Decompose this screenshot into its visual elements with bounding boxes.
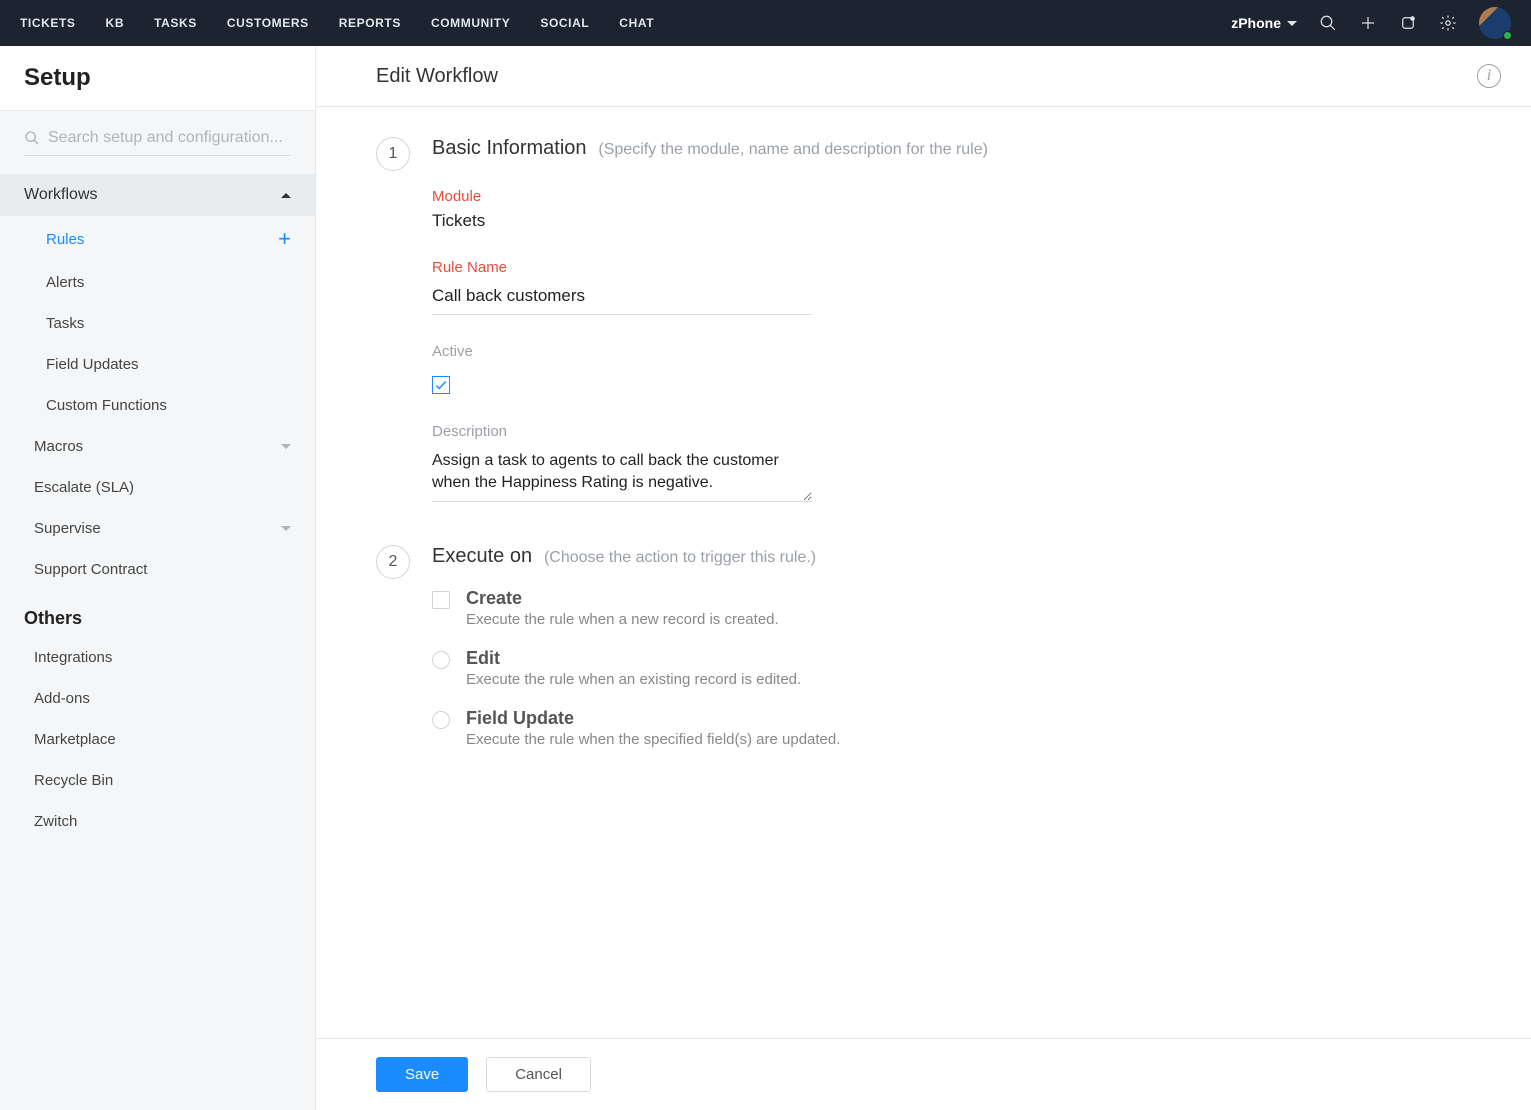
sidebar-group-workflows[interactable]: Workflows (0, 174, 315, 216)
option-title: Field Update (466, 708, 840, 729)
edit-radio[interactable] (432, 651, 450, 669)
setup-title: Setup (0, 46, 315, 111)
option-create: Create Execute the rule when a new recor… (432, 588, 1471, 628)
step-basic-info: 1 Basic Information (Specify the module,… (376, 137, 1471, 505)
presence-dot (1503, 31, 1512, 40)
active-label: Active (432, 343, 1471, 360)
sidebar-item-recycle-bin[interactable]: Recycle Bin (0, 760, 315, 801)
sidebar-item-tasks[interactable]: Tasks (0, 303, 315, 344)
option-desc: Execute the rule when an existing record… (466, 671, 801, 688)
plus-icon[interactable] (1359, 14, 1377, 32)
sidebar-item-label: Integrations (34, 649, 112, 666)
module-value: Tickets (432, 211, 1471, 231)
top-nav: TICKETS KB TASKS CUSTOMERS REPORTS COMMU… (0, 0, 1531, 46)
sidebar-item-label: Supervise (34, 520, 101, 537)
rulename-label: Rule Name (432, 259, 1471, 276)
nav-tickets[interactable]: TICKETS (20, 16, 76, 30)
sidebar-item-rules[interactable]: Rules + (0, 216, 315, 262)
sidebar-item-label: Marketplace (34, 731, 116, 748)
chevron-down-icon (281, 526, 291, 531)
sidebar-item-marketplace[interactable]: Marketplace (0, 719, 315, 760)
sidebar-group-label: Workflows (24, 186, 98, 204)
nav-social[interactable]: SOCIAL (540, 16, 589, 30)
field-update-radio[interactable] (432, 711, 450, 729)
cancel-button[interactable]: Cancel (486, 1057, 591, 1092)
sidebar-item-addons[interactable]: Add-ons (0, 678, 315, 719)
sidebar-item-label: Custom Functions (46, 397, 167, 414)
sidebar-item-integrations[interactable]: Integrations (0, 637, 315, 678)
sidebar-item-label: Alerts (46, 274, 84, 291)
check-icon (434, 378, 448, 392)
step-hint: (Specify the module, name and descriptio… (598, 141, 988, 158)
top-nav-right: zPhone (1231, 7, 1511, 39)
rulename-input[interactable] (432, 282, 812, 315)
step-number: 1 (376, 137, 410, 171)
description-label: Description (432, 423, 1471, 440)
nav-tasks[interactable]: TASKS (154, 16, 197, 30)
active-checkbox[interactable] (432, 376, 450, 394)
main: Edit Workflow i 1 Basic Information (Spe… (316, 46, 1531, 1110)
step-number: 2 (376, 545, 410, 579)
option-desc: Execute the rule when a new record is cr… (466, 611, 779, 628)
search-input[interactable] (48, 129, 291, 147)
chevron-down-icon (1287, 21, 1297, 26)
step-execute-on: 2 Execute on (Choose the action to trigg… (376, 545, 1471, 748)
org-switcher[interactable]: zPhone (1231, 15, 1297, 31)
main-footer: Save Cancel (316, 1038, 1531, 1110)
nav-customers[interactable]: CUSTOMERS (227, 16, 309, 30)
option-field-update: Field Update Execute the rule when the s… (432, 708, 1471, 748)
step-title: Basic Information (432, 137, 587, 159)
sidebar-item-escalate[interactable]: Escalate (SLA) (0, 467, 315, 508)
sidebar: Setup Workflows Rules + Alerts Tasks Fie… (0, 46, 316, 1110)
sidebar-item-supervise[interactable]: Supervise (0, 508, 315, 549)
nav-kb[interactable]: KB (106, 16, 125, 30)
sidebar-item-label: Field Updates (46, 356, 139, 373)
nav-community[interactable]: COMMUNITY (431, 16, 510, 30)
description-textarea[interactable] (432, 446, 812, 502)
notification-icon[interactable] (1399, 14, 1417, 32)
gear-icon[interactable] (1439, 14, 1457, 32)
nav-reports[interactable]: REPORTS (339, 16, 401, 30)
sidebar-item-support-contract[interactable]: Support Contract (0, 549, 315, 590)
sidebar-item-custom-functions[interactable]: Custom Functions (0, 385, 315, 426)
chevron-up-icon (281, 193, 291, 198)
step-title: Execute on (432, 545, 532, 567)
sidebar-item-label: Rules (46, 231, 84, 248)
sidebar-item-label: Add-ons (34, 690, 90, 707)
option-title: Edit (466, 648, 801, 669)
sidebar-item-label: Macros (34, 438, 83, 455)
save-button[interactable]: Save (376, 1057, 468, 1092)
nav-chat[interactable]: CHAT (619, 16, 654, 30)
top-nav-left: TICKETS KB TASKS CUSTOMERS REPORTS COMMU… (20, 16, 654, 30)
option-title: Create (466, 588, 779, 609)
sidebar-item-zwitch[interactable]: Zwitch (0, 801, 315, 842)
create-checkbox[interactable] (432, 591, 450, 609)
option-desc: Execute the rule when the specified fiel… (466, 731, 840, 748)
sidebar-others-heading: Others (0, 590, 315, 637)
option-edit: Edit Execute the rule when an existing r… (432, 648, 1471, 688)
org-name: zPhone (1231, 15, 1281, 31)
sidebar-item-label: Tasks (46, 315, 84, 332)
sidebar-item-label: Recycle Bin (34, 772, 113, 789)
main-header: Edit Workflow i (316, 46, 1531, 107)
sidebar-item-macros[interactable]: Macros (0, 426, 315, 467)
add-rule-icon[interactable]: + (278, 228, 291, 250)
info-icon[interactable]: i (1477, 64, 1501, 88)
sidebar-item-alerts[interactable]: Alerts (0, 262, 315, 303)
page-title: Edit Workflow (346, 65, 498, 88)
step-hint: (Choose the action to trigger this rule.… (544, 549, 816, 566)
search-icon[interactable] (1319, 14, 1337, 32)
module-label: Module (432, 188, 1471, 205)
search-icon (24, 130, 40, 146)
sidebar-item-label: Escalate (SLA) (34, 479, 134, 496)
sidebar-item-field-updates[interactable]: Field Updates (0, 344, 315, 385)
sidebar-item-label: Zwitch (34, 813, 77, 830)
search-input-wrap (24, 129, 291, 156)
chevron-down-icon (281, 444, 291, 449)
avatar[interactable] (1479, 7, 1511, 39)
sidebar-item-label: Support Contract (34, 561, 147, 578)
